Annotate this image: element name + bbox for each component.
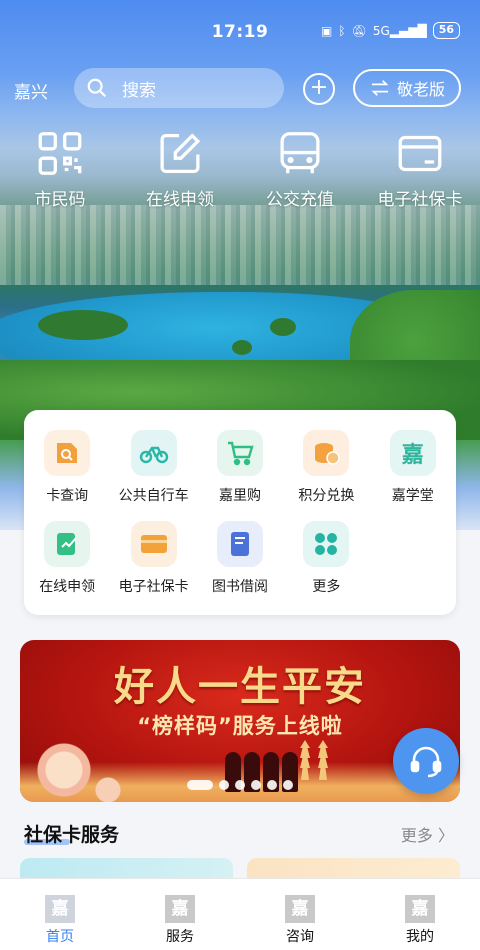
service-label: 图书借阅 xyxy=(211,579,268,595)
banner-title: 好人一生平安 xyxy=(114,663,366,710)
top-nav: 嘉兴 搜索 + 敬老版 xyxy=(0,68,480,110)
service-book-borrow[interactable]: 图书借阅 xyxy=(197,521,283,596)
service-label: 积分兑换 xyxy=(298,488,355,504)
card-icon xyxy=(398,135,442,172)
edit-icon xyxy=(160,133,201,174)
headset-icon xyxy=(410,746,442,778)
book-icon xyxy=(216,521,263,567)
page-dot[interactable] xyxy=(251,780,261,790)
island xyxy=(270,318,296,336)
page-dot-active[interactable] xyxy=(187,780,213,790)
services-grid: 卡查询 公共自行车 嘉里购 积分兑换 嘉 嘉学堂 在线申领 电子社保卡 图书借阅… xyxy=(24,430,456,596)
card-search-icon xyxy=(44,430,91,476)
more-label: 更多 xyxy=(400,826,433,845)
mute-icon: 🔕︎ xyxy=(351,23,367,38)
service-label: 嘉里购 xyxy=(218,488,261,504)
banner-flowers xyxy=(20,722,130,802)
chevron-right-icon: 〉 xyxy=(437,826,454,845)
section-more-link[interactable]: 更多 〉 xyxy=(401,822,454,846)
page-dot[interactable] xyxy=(283,780,293,790)
5g-signal-icon: 5G▂▄▆█ xyxy=(372,23,427,38)
service-label: 更多 xyxy=(312,579,341,595)
jia-logo-icon: 嘉 xyxy=(165,895,195,923)
status-bar: 17:19 ▣ ᛒ 🔕︎ 5G▂▄▆█ 56 xyxy=(0,0,480,62)
status-icons: ▣ ᛒ 🔕︎ 5G▂▄▆█ 56 xyxy=(321,22,460,39)
jia-logo-icon: 嘉 xyxy=(405,895,435,923)
jia-logo-icon: 嘉 xyxy=(389,430,436,476)
quick-action-bus-topup[interactable]: 公交充值 xyxy=(240,130,360,210)
service-label: 卡查询 xyxy=(46,488,89,504)
service-label: 电子社保卡 xyxy=(118,579,189,595)
customer-support-button[interactable] xyxy=(393,728,459,794)
banner-pagination xyxy=(20,780,460,790)
quick-action-label: 市民码 xyxy=(34,190,86,210)
search-input[interactable]: 搜索 xyxy=(74,68,284,108)
tab-services[interactable]: 嘉 服务 xyxy=(120,879,240,950)
quick-action-online-apply[interactable]: 在线申领 xyxy=(120,130,240,210)
quick-action-label: 公交充值 xyxy=(266,190,334,210)
services-card: 卡查询 公共自行车 嘉里购 积分兑换 嘉 嘉学堂 在线申领 电子社保卡 图书借阅… xyxy=(24,410,456,615)
quick-actions: 市民码 在线申领 公交充值 电子社保卡 xyxy=(0,130,480,210)
banner-pagodas xyxy=(300,740,328,780)
bus-icon xyxy=(280,132,320,174)
tab-consult[interactable]: 嘉 咨询 xyxy=(240,879,360,950)
tab-label: 咨询 xyxy=(286,929,314,945)
quick-action-citizen-code[interactable]: 市民码 xyxy=(0,130,120,210)
page-dot[interactable] xyxy=(235,780,245,790)
elder-mode-button[interactable]: 敬老版 xyxy=(353,69,461,107)
service-card-query[interactable]: 卡查询 xyxy=(24,430,110,505)
tab-mine[interactable]: 嘉 我的 xyxy=(360,879,480,950)
add-button[interactable]: + xyxy=(303,73,335,105)
jia-logo-icon: 嘉 xyxy=(45,895,75,923)
more-grid-icon xyxy=(303,521,350,567)
coins-icon xyxy=(303,430,350,476)
search-icon xyxy=(87,78,107,98)
qr-code-icon xyxy=(38,132,82,175)
nfc-icon: ▣ xyxy=(321,23,333,38)
quick-action-social-card[interactable]: 电子社保卡 xyxy=(360,130,480,210)
service-jiali-shop[interactable]: 嘉里购 xyxy=(197,430,283,505)
elder-mode-label: 敬老版 xyxy=(396,80,445,99)
tab-home[interactable]: 嘉 首页 xyxy=(0,879,120,950)
page-dot[interactable] xyxy=(219,780,229,790)
service-public-bike[interactable]: 公共自行车 xyxy=(110,430,196,505)
service-points-exchange[interactable]: 积分兑换 xyxy=(283,430,369,505)
switch-icon xyxy=(371,80,389,96)
quick-action-label: 电子社保卡 xyxy=(377,190,463,210)
tab-label: 服务 xyxy=(166,929,194,945)
city-skyline xyxy=(0,205,480,285)
edit-doc-icon xyxy=(44,521,91,567)
city-selector[interactable]: 嘉兴 xyxy=(14,78,48,103)
bluetooth-icon: ᛒ xyxy=(338,23,346,38)
wallet-card-icon xyxy=(130,521,177,567)
bicycle-icon xyxy=(130,430,177,476)
page-dot[interactable] xyxy=(267,780,277,790)
section-title: 社保卡服务 xyxy=(24,824,120,846)
service-label: 公共自行车 xyxy=(118,488,189,504)
service-social-card[interactable]: 电子社保卡 xyxy=(110,521,196,596)
search-placeholder: 搜索 xyxy=(122,80,156,101)
service-label: 在线申领 xyxy=(39,579,96,595)
plus-icon: + xyxy=(309,75,329,100)
tab-label: 我的 xyxy=(406,929,434,945)
service-more[interactable]: 更多 xyxy=(283,521,369,596)
island xyxy=(232,340,252,355)
service-label: 嘉学堂 xyxy=(391,488,434,504)
promo-banner[interactable]: 好人一生平安 “榜样码”服务上线啦 xyxy=(20,640,460,802)
jia-logo-icon: 嘉 xyxy=(285,895,315,923)
cart-icon xyxy=(216,430,263,476)
tab-label: 首页 xyxy=(46,929,74,945)
service-jia-school[interactable]: 嘉 嘉学堂 xyxy=(370,430,456,505)
quick-action-label: 在线申领 xyxy=(146,190,214,210)
battery-indicator: 56 xyxy=(432,22,460,39)
island xyxy=(38,310,128,340)
bottom-tab-bar: 嘉 首页 嘉 服务 嘉 咨询 嘉 我的 xyxy=(0,878,480,950)
service-online-apply[interactable]: 在线申领 xyxy=(24,521,110,596)
